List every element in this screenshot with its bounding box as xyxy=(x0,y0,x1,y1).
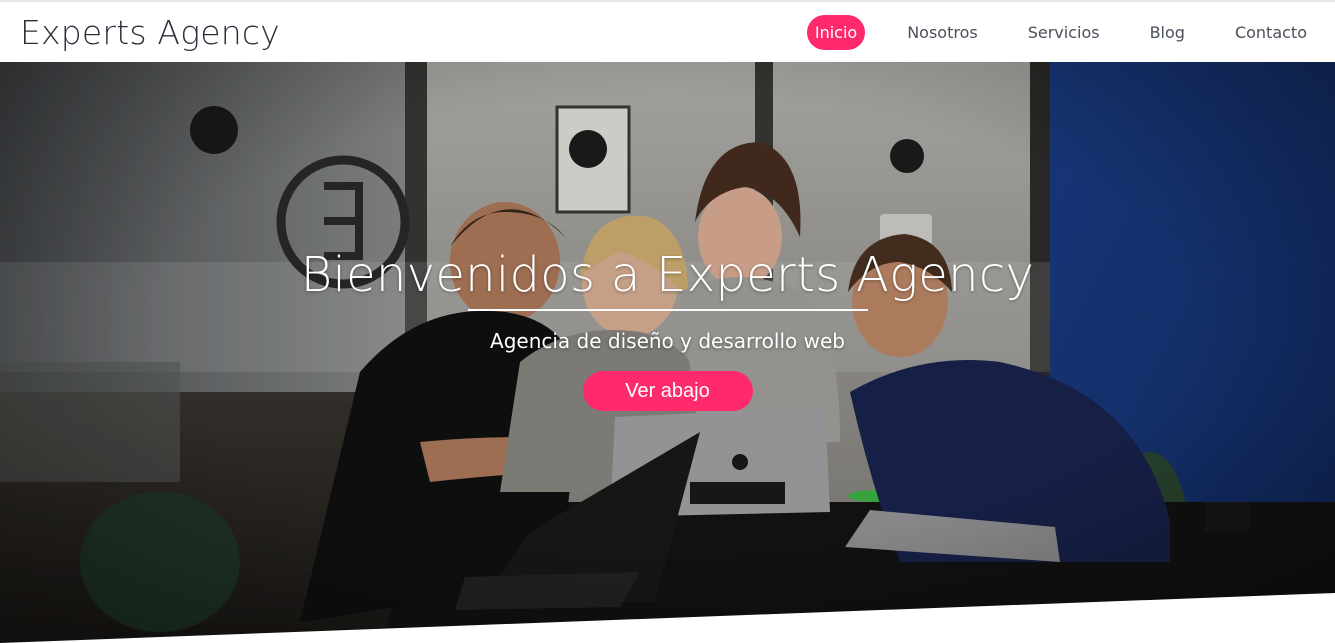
nav-item-blog[interactable]: Blog xyxy=(1142,16,1193,49)
nav-item-inicio[interactable]: Inicio xyxy=(806,14,866,50)
hero-content: Bienvenidos a Experts Agency Agencia de … xyxy=(0,247,1335,411)
site-logo[interactable]: Experts Agency xyxy=(20,13,280,52)
hero-title-underline xyxy=(467,309,868,311)
hero-bottom-wedge xyxy=(0,593,1335,643)
nav-item-contacto[interactable]: Contacto xyxy=(1227,16,1315,49)
hero-section: Bienvenidos a Experts Agency Agencia de … xyxy=(0,62,1335,643)
ver-abajo-button[interactable]: Ver abajo xyxy=(582,371,753,411)
hero-subtitle: Agencia de diseño y desarrollo web xyxy=(490,329,845,353)
site-header: Experts Agency Inicio Nosotros Servicios… xyxy=(0,2,1335,62)
nav-item-nosotros[interactable]: Nosotros xyxy=(899,16,986,49)
hero-title: Bienvenidos a Experts Agency xyxy=(300,247,1035,303)
main-nav: Inicio Nosotros Servicios Blog Contacto xyxy=(806,2,1315,62)
nav-item-servicios[interactable]: Servicios xyxy=(1020,16,1108,49)
